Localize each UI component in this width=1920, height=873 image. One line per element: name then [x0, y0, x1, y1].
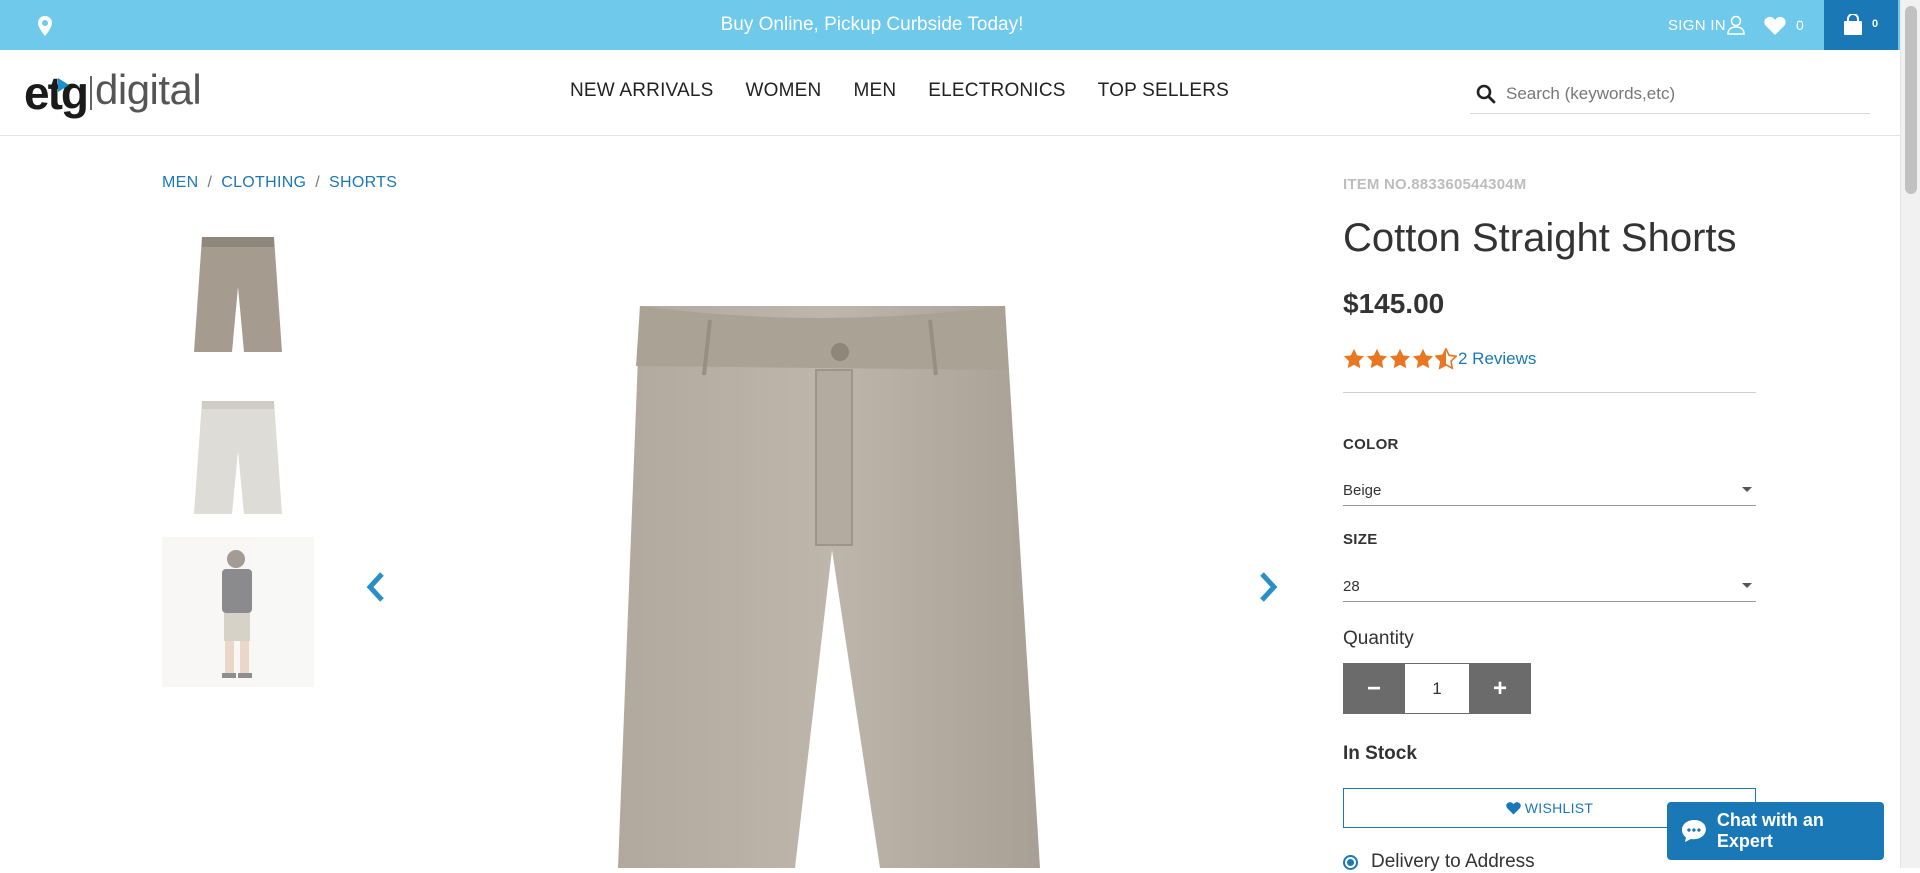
star-half-icon	[1435, 348, 1457, 370]
breadcrumb-separator: /	[315, 174, 321, 191]
promo-text[interactable]: Buy Online, Pickup Curbside Today!	[0, 14, 1744, 36]
nav-women[interactable]: WOMEN	[746, 80, 822, 102]
product-title: Cotton Straight Shorts	[1343, 216, 1737, 260]
top-promo-bar: Buy Online, Pickup Curbside Today! SIGN …	[0, 0, 1920, 50]
delivery-option[interactable]: Delivery to Address	[1343, 851, 1535, 873]
nav-top-sellers[interactable]: TOP SELLERS	[1098, 80, 1229, 102]
logo-divider	[90, 76, 92, 110]
shorts-front-image	[194, 237, 282, 352]
page-scrollbar[interactable]	[1900, 0, 1920, 868]
size-label: SIZE	[1343, 531, 1378, 548]
cart-button[interactable]: 0	[1824, 0, 1898, 50]
color-value: Beige	[1343, 482, 1382, 499]
shorts-back-image	[194, 401, 282, 514]
breadcrumb-men[interactable]: MEN	[162, 174, 198, 191]
cart-count: 0	[1872, 18, 1879, 30]
reviews-link[interactable]: 2 Reviews	[1458, 349, 1536, 369]
quantity-value[interactable]: 1	[1405, 663, 1469, 714]
logo-play-triangle	[58, 78, 69, 92]
thumbnail-shorts-front[interactable]	[162, 217, 314, 367]
sign-in-link[interactable]: SIGN IN	[1668, 17, 1726, 34]
delivery-label: Delivery to Address	[1371, 851, 1535, 872]
product-main-image	[618, 306, 1040, 868]
color-select[interactable]: Beige	[1343, 472, 1756, 506]
nav-electronics[interactable]: ELECTRONICS	[928, 80, 1065, 102]
search-input[interactable]	[1506, 80, 1856, 108]
search-icon[interactable]	[1476, 84, 1496, 104]
divider	[1343, 392, 1756, 393]
main-nav: NEW ARRIVALS WOMEN MEN ELECTRONICS TOP S…	[570, 80, 1229, 102]
thumbnail-shorts-back[interactable]	[162, 379, 314, 529]
chevron-right-icon[interactable]	[1256, 572, 1280, 602]
site-logo[interactable]: etg digital	[24, 66, 202, 122]
logo-text-digital: digital	[95, 66, 202, 113]
item-number: ITEM NO.883360544304M	[1343, 176, 1527, 193]
caret-down-icon	[1742, 583, 1752, 588]
chat-bubble-icon	[1681, 820, 1706, 842]
stock-status: In Stock	[1343, 743, 1417, 764]
search-bar	[1470, 74, 1870, 114]
user-icon[interactable]	[1726, 15, 1746, 35]
nav-new-arrivals[interactable]: NEW ARRIVALS	[570, 80, 714, 102]
thumbnail-model[interactable]	[162, 537, 314, 687]
star-icon	[1366, 348, 1388, 369]
quantity-stepper: − 1 +	[1343, 663, 1532, 714]
site-header: etg digital NEW ARRIVALS WOMEN MEN ELECTR…	[0, 50, 1900, 136]
star-icon	[1343, 348, 1365, 369]
chevron-left-icon[interactable]	[364, 572, 388, 602]
quantity-decrease-button[interactable]: −	[1343, 663, 1405, 714]
color-label: COLOR	[1343, 436, 1399, 453]
heart-icon	[1505, 802, 1521, 815]
star-icon	[1412, 348, 1434, 369]
star-icon	[1389, 348, 1411, 369]
shopping-bag-icon	[1844, 14, 1862, 35]
breadcrumb-separator: /	[207, 174, 213, 191]
chat-with-expert-button[interactable]: Chat with an Expert	[1667, 802, 1884, 860]
breadcrumb: MEN / CLOTHING / SHORTS	[162, 174, 397, 192]
nav-men[interactable]: MEN	[853, 80, 896, 102]
wishlist-button-label: WISHLIST	[1524, 800, 1594, 816]
logo-text-etg: etg	[24, 67, 89, 119]
product-price: $145.00	[1343, 288, 1445, 319]
heart-icon[interactable]	[1764, 16, 1786, 35]
breadcrumb-shorts[interactable]: SHORTS	[329, 174, 397, 191]
quantity-increase-button[interactable]: +	[1469, 663, 1531, 714]
scrollbar-thumb[interactable]	[1905, 6, 1917, 194]
delivery-radio[interactable]	[1343, 854, 1358, 870]
chat-label: Chat with an Expert	[1716, 810, 1824, 851]
breadcrumb-clothing[interactable]: CLOTHING	[221, 174, 306, 191]
model-image	[222, 550, 252, 678]
rating-stars: 2 Reviews	[1343, 348, 1536, 370]
quantity-label: Quantity	[1343, 628, 1414, 649]
size-value: 28	[1343, 578, 1360, 595]
size-select[interactable]: 28	[1343, 568, 1756, 602]
wishlist-count: 0	[1796, 17, 1804, 33]
caret-down-icon	[1742, 487, 1752, 492]
